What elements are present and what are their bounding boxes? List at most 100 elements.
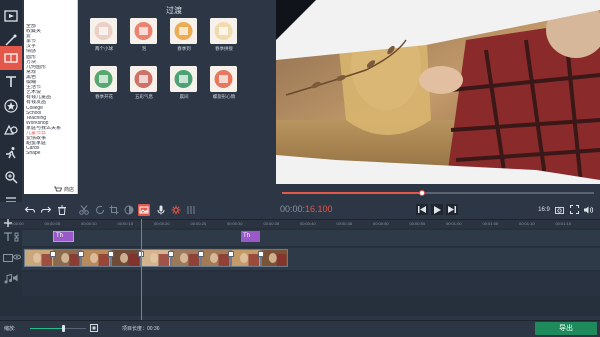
zoom-slider-fill <box>30 328 64 329</box>
aspect-ratio-button[interactable]: 16:9 <box>536 204 552 215</box>
music-track-icon <box>4 274 12 284</box>
transition-thumbnail[interactable] <box>210 66 237 92</box>
video-clip[interactable] <box>111 249 141 267</box>
transitions-icon[interactable] <box>0 46 22 70</box>
clip-properties-button[interactable] <box>138 204 150 216</box>
cut-button[interactable] <box>78 204 90 216</box>
transition-thumbnail[interactable] <box>170 66 197 92</box>
ruler-tick-label: 00:00:55 <box>409 221 426 226</box>
delete-button[interactable] <box>56 204 68 216</box>
category-item[interactable]: Shape <box>26 151 78 156</box>
redo-button[interactable] <box>40 204 52 216</box>
transition-thumbnail[interactable] <box>210 18 237 44</box>
import-media-icon[interactable] <box>0 4 22 28</box>
video-clip[interactable] <box>261 249 288 267</box>
mute-speaker-icon[interactable] <box>13 274 21 282</box>
video-track-icon <box>3 254 13 262</box>
crop-button[interactable] <box>108 204 120 216</box>
add-track-icon[interactable] <box>3 218 13 228</box>
fullscreen-button[interactable] <box>568 204 580 215</box>
transition-thumbnail[interactable] <box>170 18 197 44</box>
ruler-tick-label: 00:00:15 <box>117 221 134 226</box>
zoom-label: 缩放: <box>4 326 16 332</box>
project-length: 项目长度：00:36 <box>122 325 160 332</box>
snapshot-button[interactable] <box>553 204 565 215</box>
transition-label: 五彩气息 <box>135 94 153 99</box>
video-preview[interactable] <box>276 0 600 184</box>
left-toolbar <box>0 0 22 219</box>
ruler-tick-label: 00:01:15 <box>555 221 572 226</box>
transition-marker-icon[interactable] <box>228 251 234 257</box>
export-button[interactable]: 导出 <box>535 322 597 335</box>
volume-button[interactable] <box>583 204 595 215</box>
redo-icon <box>41 206 51 213</box>
next-frame-button[interactable] <box>446 204 458 215</box>
scissors-icon <box>79 205 89 215</box>
video-clip[interactable] <box>141 249 171 267</box>
eye-icon[interactable] <box>13 253 21 261</box>
timecode-main: 00:00: <box>280 204 306 214</box>
audio-track[interactable] <box>22 272 600 296</box>
playback-progress-bar[interactable] <box>282 190 594 196</box>
video-clip[interactable] <box>53 249 81 267</box>
playhead[interactable] <box>141 219 142 320</box>
ruler-tick-label: 00:00:05 <box>44 221 61 226</box>
zoom-slider-knob[interactable] <box>62 325 65 332</box>
video-clip[interactable] <box>201 249 231 267</box>
link-icon[interactable] <box>13 232 20 242</box>
transition-label: 春季拼接 <box>215 46 233 51</box>
ruler-tick-label: 00:00:25 <box>190 221 207 226</box>
title-clip[interactable]: Th <box>241 231 260 242</box>
transition-preview-icon <box>170 66 197 92</box>
record-audio-button[interactable] <box>155 204 167 216</box>
clip-thumbnail <box>54 250 80 266</box>
ruler-tick-label: 00:00:30 <box>227 221 243 226</box>
skip-forward-icon <box>448 206 456 213</box>
text-track-icon <box>4 232 12 241</box>
transition-marker-icon[interactable] <box>168 251 174 257</box>
titles-text-icon[interactable] <box>0 70 22 94</box>
transition-marker-icon[interactable] <box>78 251 84 257</box>
previous-frame-button[interactable] <box>416 204 428 215</box>
equalizer-button[interactable] <box>185 204 197 216</box>
clip-thumbnail <box>112 250 140 266</box>
camera-icon <box>554 206 564 214</box>
zoom-magnifier-icon[interactable] <box>0 165 22 189</box>
transition-marker-icon[interactable] <box>108 251 114 257</box>
transition-marker-icon[interactable] <box>50 251 56 257</box>
timecode-frames: 16.100 <box>305 204 333 214</box>
transition-thumbnail[interactable] <box>90 66 117 92</box>
transition-marker-icon[interactable] <box>258 251 264 257</box>
ruler-tick-label: 00:00:20 <box>154 221 170 226</box>
clip-settings-button[interactable] <box>170 204 182 216</box>
transition-marker-icon[interactable] <box>198 251 204 257</box>
title-clip[interactable]: Th <box>53 231 74 242</box>
clip-thumbnail <box>142 250 170 266</box>
microphone-icon <box>157 205 165 215</box>
transition-preview-icon <box>130 18 157 44</box>
ruler-tick-label: 00:01:00 <box>446 221 462 226</box>
motion-runner-icon[interactable] <box>0 141 22 165</box>
color-adjust-button[interactable] <box>123 204 135 216</box>
ruler-tick-label: 00:00:40 <box>300 221 316 226</box>
rotate-button[interactable] <box>94 204 106 216</box>
transition-label: 泡 <box>141 46 147 51</box>
play-button[interactable] <box>431 204 443 215</box>
callouts-shapes-icon[interactable] <box>0 117 22 141</box>
video-clip[interactable] <box>81 249 111 267</box>
transition-preview-icon <box>170 18 197 44</box>
stickers-star-icon[interactable] <box>0 94 22 118</box>
speaker-icon <box>584 206 594 213</box>
title-track[interactable] <box>22 230 600 246</box>
transition-preview-icon <box>130 66 157 92</box>
ruler-tick-label: 00:01:10 <box>519 221 535 226</box>
transition-thumbnail[interactable] <box>130 18 157 44</box>
transition-label: 春季开花 <box>95 94 113 99</box>
video-clip[interactable] <box>231 249 261 267</box>
fit-timeline-icon[interactable] <box>90 324 98 332</box>
undo-button[interactable] <box>24 204 36 216</box>
progress-knob[interactable] <box>419 190 426 196</box>
video-clip[interactable] <box>171 249 201 267</box>
transition-thumbnail[interactable] <box>90 18 117 44</box>
transition-thumbnail[interactable] <box>130 66 157 92</box>
